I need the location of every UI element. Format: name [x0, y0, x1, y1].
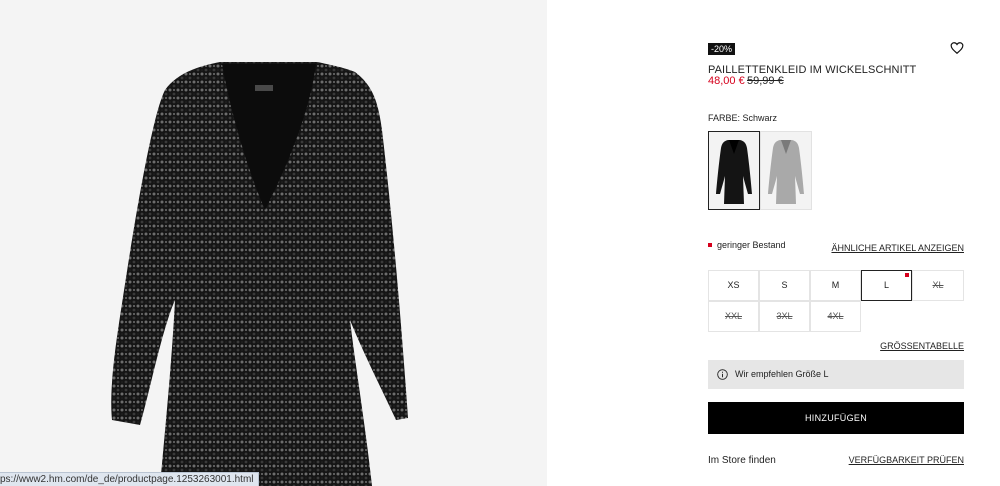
swatch-dress-black-image	[716, 140, 752, 204]
dress-image	[111, 62, 408, 486]
product-info-panel: -20% PAILLETTENKLEID IM WICKELSCHNITT 48…	[708, 0, 964, 486]
swatch-dress-silver-image	[768, 140, 804, 204]
product-image[interactable]: ps://www2.hm.com/de_de/productpage.12532…	[0, 0, 547, 486]
similar-items-link[interactable]: ÄHNLICHE ARTIKEL ANZEIGEN	[831, 243, 964, 253]
stock-text: geringer Bestand	[717, 240, 786, 250]
size-xxl-button[interactable]: XXL	[708, 301, 759, 332]
size-m-button[interactable]: M	[810, 270, 861, 301]
size-xs-button[interactable]: XS	[708, 270, 759, 301]
color-label: FARBE: Schwarz	[708, 113, 778, 123]
size-3xl-button[interactable]: 3XL	[759, 301, 810, 332]
color-swatch-black[interactable]	[708, 131, 760, 210]
status-bar-url: ps://www2.hm.com/de_de/productpage.12532…	[0, 472, 259, 486]
recommendation-text: Wir empfehlen Größe L	[735, 369, 829, 379]
find-in-store-label: Im Store finden	[708, 455, 776, 466]
discount-badge: -20%	[708, 43, 736, 55]
size-guide-link[interactable]: GRÖSSENTABELLE	[880, 341, 964, 351]
low-stock-dot	[708, 243, 712, 247]
size-recommendation: Wir empfehlen Größe L	[708, 360, 964, 389]
heart-icon[interactable]	[950, 41, 964, 55]
stock-indicator: geringer Bestand	[708, 240, 786, 250]
check-availability-link[interactable]: VERFÜGBARKEIT PRÜFEN	[849, 455, 964, 465]
size-l-label: L	[883, 280, 889, 290]
low-stock-dot	[905, 273, 909, 277]
size-selector: XS S M L XL XXL 3XL 4XL	[708, 270, 964, 333]
size-4xl-button[interactable]: 4XL	[810, 301, 861, 332]
sale-price: 48,00 €	[708, 75, 745, 87]
color-swatch-silver[interactable]	[760, 131, 812, 210]
original-price: 59,99 €	[747, 75, 784, 87]
info-icon	[717, 369, 728, 380]
size-s-button[interactable]: S	[759, 270, 810, 301]
add-to-cart-button[interactable]: HINZUFÜGEN	[708, 402, 964, 434]
size-xl-button[interactable]: XL	[912, 270, 964, 301]
size-l-button[interactable]: L	[861, 270, 912, 301]
